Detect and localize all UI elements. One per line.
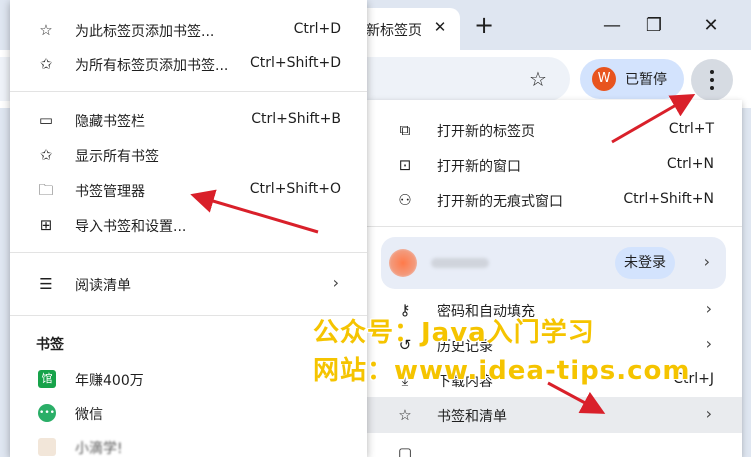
restore-icon[interactable]: ❐ <box>640 12 668 40</box>
window-close-icon[interactable]: ✕ <box>697 12 725 40</box>
incognito-icon: ⚇ <box>398 191 412 209</box>
blurred-favicon-icon <box>38 438 56 456</box>
menu-item-bookmarks-and-lists[interactable]: ☆ 书签和清单 › <box>367 397 742 433</box>
menu-item-hide-bookmarks-bar[interactable]: ▭ 隐藏书签栏 Ctrl+Shift+B <box>10 104 367 136</box>
menu-item-shortcut: Ctrl+Shift+D <box>250 55 341 71</box>
avatar: W <box>592 67 616 91</box>
menu-item-label: 为所有标签页添加书签... <box>75 58 229 74</box>
site-favicon-icon: 馆 <box>38 370 56 388</box>
menu-item-incognito[interactable]: ⚇ 打开新的无痕式窗口 Ctrl+Shift+N <box>367 182 742 218</box>
menu-item-shortcut: Ctrl+Shift+O <box>249 181 341 197</box>
menu-item-label: 隐藏书签栏 <box>75 114 145 130</box>
list-icon: ☰ <box>39 275 53 293</box>
menu-item-new-tab[interactable]: ⧉ 打开新的标签页 Ctrl+T <box>367 112 742 148</box>
kebab-dot-icon <box>710 70 714 74</box>
bookmark-item[interactable]: 小滴学! <box>10 431 367 457</box>
bookmark-label: 年赚400万 <box>75 373 144 389</box>
kebab-dot-icon <box>710 86 714 90</box>
menu-divider <box>367 226 742 227</box>
star-multi-icon: ✩ <box>39 55 53 73</box>
menu-item-reading-list[interactable]: ☰ 阅读清单 › <box>10 268 367 300</box>
menu-item-label: 阅读清单 <box>75 278 131 294</box>
menu-item-label: 导入书签和设置... <box>75 219 187 235</box>
bookmarks-section-heading: 书签 <box>36 337 64 353</box>
folder-icon: 🗀 <box>38 181 54 199</box>
menu-item-bookmark-this-tab[interactable]: ☆ 为此标签页添加书签... Ctrl+D <box>10 14 367 46</box>
book-icon: ⊞ <box>39 216 53 234</box>
close-icon[interactable]: ✕ <box>430 17 450 37</box>
menu-item-shortcut: Ctrl+Shift+B <box>251 111 341 127</box>
watermark-line: 网站：www.idea-tips.com <box>313 356 691 386</box>
tab-title: 新标签页 <box>366 23 422 39</box>
menu-item-partial[interactable]: ▢ <box>367 435 742 457</box>
menu-item-shortcut: Ctrl+N <box>666 156 714 172</box>
new-window-icon: ⊡ <box>398 156 412 174</box>
bookmarks-submenu: ☆ 为此标签页添加书签... Ctrl+D ✩ 为所有标签页添加书签... Ct… <box>10 0 367 457</box>
menu-item-label: 为此标签页添加书签... <box>75 24 215 40</box>
chevron-right-icon: › <box>705 299 712 318</box>
star-icon: ☆ <box>398 406 412 424</box>
wechat-icon: ••• <box>38 404 56 422</box>
profile-button[interactable]: W 已暂停 <box>580 59 684 99</box>
new-tab-button[interactable]: + <box>470 12 498 40</box>
bookmark-label: 小滴学! <box>75 441 123 457</box>
chevron-right-icon: › <box>705 334 712 353</box>
chevron-right-icon: › <box>705 404 712 423</box>
menu-item-bookmark-all-tabs[interactable]: ✩ 为所有标签页添加书签... Ctrl+Shift+D <box>10 48 367 80</box>
menu-item-label: 显示所有书签 <box>75 149 159 165</box>
minimize-icon[interactable]: — <box>598 12 626 40</box>
menu-item-shortcut: Ctrl+Shift+N <box>623 191 714 207</box>
menu-divider <box>10 91 367 92</box>
tab-groups-icon: ▢ <box>397 444 413 457</box>
bookmark-item[interactable]: ••• 微信 <box>10 397 367 429</box>
menu-item-show-all-bookmarks[interactable]: ✩ 显示所有书签 <box>10 139 367 171</box>
menu-item-label: 打开新的标签页 <box>437 124 535 140</box>
menu-item-shortcut: Ctrl+T <box>668 121 714 137</box>
chevron-right-icon: › <box>703 252 710 271</box>
menu-item-label: 书签管理器 <box>75 184 145 200</box>
blurred-profile-name <box>431 258 489 268</box>
menu-item-label: 打开新的无痕式窗口 <box>437 194 563 210</box>
menu-item-label: 打开新的窗口 <box>437 159 521 175</box>
star-outline-icon: ☆ <box>39 21 53 39</box>
watermark-line: 公众号：Java入门学习 <box>313 318 595 348</box>
menu-item-label: 书签和清单 <box>437 409 507 425</box>
menu-item-import-bookmarks[interactable]: ⊞ 导入书签和设置... <box>10 209 367 241</box>
menu-item-bookmark-manager[interactable]: 🗀 书签管理器 Ctrl+Shift+O <box>10 174 367 206</box>
sign-in-status-badge[interactable]: 未登录 <box>615 247 675 279</box>
bookmark-star-icon[interactable]: ☆ <box>525 66 551 92</box>
menu-item-shortcut: Ctrl+D <box>293 21 341 37</box>
menu-item-new-window[interactable]: ⊡ 打开新的窗口 Ctrl+N <box>367 147 742 183</box>
kebab-dot-icon <box>710 78 714 82</box>
profile-status-label: 已暂停 <box>625 72 667 88</box>
star-multi-icon: ✩ <box>39 146 53 164</box>
avatar <box>389 249 417 277</box>
chrome-main-menu: ⧉ 打开新的标签页 Ctrl+T ⊡ 打开新的窗口 Ctrl+N ⚇ 打开新的无… <box>367 100 742 457</box>
bookmark-bar-icon: ▭ <box>38 111 54 129</box>
more-menu-button[interactable] <box>691 59 733 101</box>
menu-divider <box>10 252 367 253</box>
chevron-right-icon: › <box>332 273 339 292</box>
bookmark-label: 微信 <box>75 407 103 423</box>
profile-row[interactable]: 未登录 › <box>381 237 726 289</box>
new-tab-icon: ⧉ <box>399 121 411 139</box>
